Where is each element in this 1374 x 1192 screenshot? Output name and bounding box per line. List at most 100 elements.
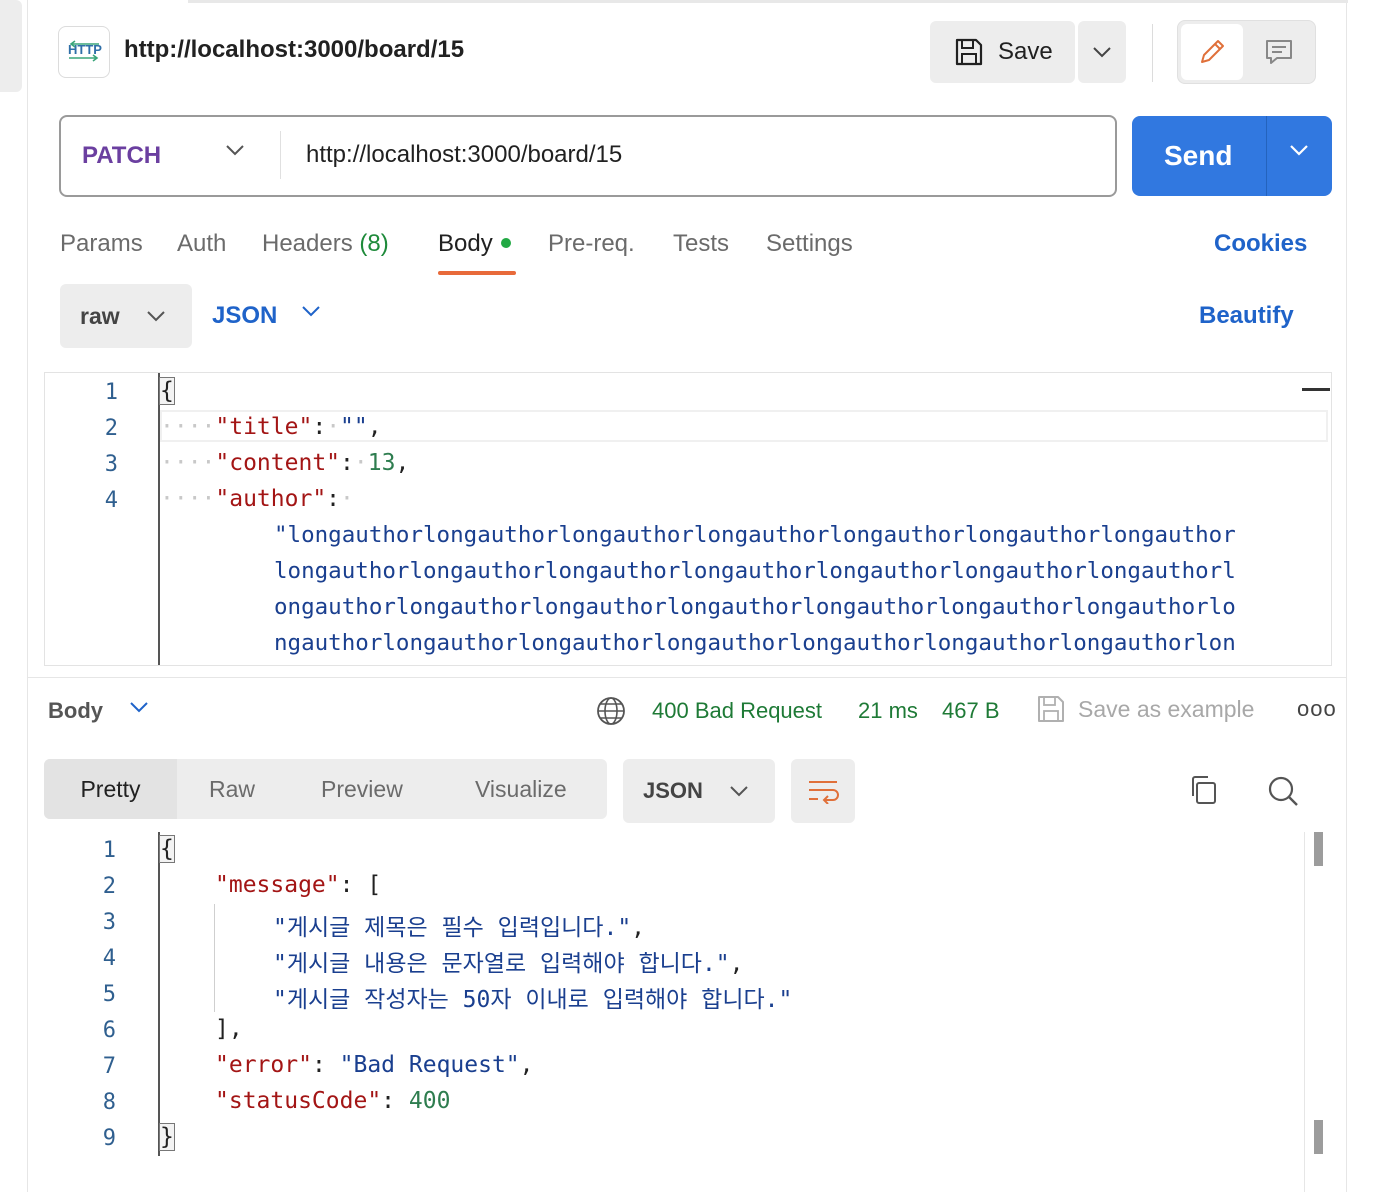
response-format-label: JSON	[643, 778, 703, 803]
search-icon[interactable]	[1266, 774, 1300, 808]
json-value-wrapped: longauthorlongauthorlongauthorlongauthor…	[274, 558, 1236, 584]
tab-prereq[interactable]: Pre-req.	[548, 230, 635, 258]
wrap-lines-button[interactable]	[791, 759, 855, 823]
view-tab-pretty[interactable]: Pretty	[44, 759, 177, 819]
json-value-wrapped: "longauthorlongauthorlongauthorlongautho…	[274, 522, 1236, 548]
tab-tests[interactable]: Tests	[673, 230, 729, 258]
request-title[interactable]: http://localhost:3000/board/15	[124, 36, 464, 64]
tab-body[interactable]: Body	[438, 230, 511, 258]
body-mode-label: raw	[80, 302, 120, 329]
line-number: 4	[104, 488, 118, 513]
chevron-down-icon[interactable]	[224, 143, 246, 157]
indent-guide	[214, 904, 215, 1012]
send-label[interactable]: Send	[1164, 140, 1232, 172]
chevron-down-icon	[730, 786, 748, 797]
line-number: 1	[104, 380, 118, 405]
body-format-selector[interactable]: JSON	[212, 302, 277, 330]
save-label: Save	[998, 38, 1053, 65]
json-value: "게시글 제목은 필수 입력입니다."	[273, 915, 632, 941]
response-body-selector[interactable]: Body	[48, 698, 103, 724]
json-value: "게시글 내용은 문자열로 입력해야 합니다."	[273, 951, 730, 977]
body-mode-selector[interactable]: raw	[60, 284, 192, 348]
json-value: 13	[367, 450, 396, 476]
method-selector[interactable]: PATCH	[82, 142, 161, 170]
comment-mode-button[interactable]	[1248, 24, 1310, 80]
line-number: 9	[102, 1126, 116, 1151]
open-brace: {	[159, 377, 175, 405]
json-value: ""	[340, 414, 368, 440]
tab-settings[interactable]: Settings	[766, 230, 853, 258]
chevron-down-icon[interactable]	[1288, 143, 1310, 157]
code-line: "error": "Bad Request",	[215, 1052, 534, 1078]
json-value: "게시글 작성자는 50자 이내로 입력해야 합니다."	[273, 987, 793, 1013]
response-scroll-track	[1304, 832, 1305, 1192]
url-input[interactable]: http://localhost:3000/board/15	[306, 141, 622, 169]
code-line: ····"title":·"",	[160, 414, 382, 440]
code-line: "statusCode": 400	[215, 1088, 451, 1114]
line-number: 3	[104, 452, 118, 477]
left-divider	[27, 0, 28, 1192]
sidebar-edge	[0, 0, 22, 92]
header-separator	[1152, 24, 1153, 82]
response-size[interactable]: 467 B	[942, 698, 1000, 724]
response-time[interactable]: 21 ms	[858, 698, 918, 724]
view-tab-visualize[interactable]: Visualize	[475, 776, 567, 803]
active-tab-underline	[438, 271, 516, 275]
line-number: 2	[102, 874, 116, 899]
code-line: "message": [	[215, 872, 382, 898]
response-divider[interactable]	[28, 677, 1346, 678]
json-key: "author"	[215, 486, 327, 512]
response-gutter-line	[158, 832, 160, 1156]
tab-body-label: Body	[438, 230, 493, 257]
globe-icon[interactable]	[596, 696, 626, 726]
copy-icon[interactable]	[1188, 774, 1220, 806]
json-key: "error"	[215, 1052, 312, 1078]
tab-auth[interactable]: Auth	[177, 230, 226, 258]
code-line: ····"author":·	[160, 486, 354, 512]
json-value-wrapped: ongauthorlongauthorlongauthorlongauthorl…	[274, 594, 1236, 620]
cookies-link[interactable]: Cookies	[1214, 230, 1307, 258]
save-as-example-button[interactable]: Save as example	[1078, 696, 1254, 723]
open-brace: {	[159, 835, 175, 863]
editor-overview-marker	[1302, 388, 1330, 391]
http-icon: HTTP	[58, 26, 110, 78]
view-tab-preview[interactable]: Preview	[321, 776, 403, 803]
line-number: 2	[104, 416, 118, 441]
json-key: "content"	[215, 450, 341, 476]
save-icon	[955, 38, 983, 66]
code-line: "게시글 작성자는 50자 이내로 입력해야 합니다."	[273, 980, 792, 1014]
json-key: "message"	[215, 872, 340, 898]
scrollbar-thumb[interactable]	[1314, 832, 1323, 866]
save-options-button[interactable]	[1078, 21, 1126, 83]
code-line: {	[159, 377, 175, 405]
pencil-icon	[1201, 40, 1224, 63]
view-tab-raw[interactable]: Raw	[209, 776, 255, 803]
code-line: ····"content":·13,	[160, 450, 410, 476]
code-line: "게시글 내용은 문자열로 입력해야 합니다.",	[273, 951, 744, 977]
json-key: "title"	[215, 414, 313, 440]
save-button[interactable]: Save	[930, 21, 1075, 83]
line-number: 7	[102, 1054, 116, 1079]
beautify-button[interactable]: Beautify	[1199, 302, 1294, 330]
right-divider	[1346, 0, 1347, 1192]
line-number: 4	[102, 946, 116, 971]
line-number: 1	[102, 838, 116, 863]
send-separator	[1266, 116, 1267, 196]
save-icon	[1038, 696, 1064, 722]
edit-mode-button[interactable]	[1181, 24, 1243, 80]
more-options-icon[interactable]: ooo	[1297, 696, 1337, 722]
response-format-selector[interactable]: JSON	[623, 759, 775, 823]
chevron-down-icon[interactable]	[128, 700, 150, 714]
tab-params[interactable]: Params	[60, 230, 143, 258]
code-line: "게시글 제목은 필수 입력입니다.",	[273, 915, 646, 941]
line-number: 3	[102, 910, 116, 935]
chevron-down-icon[interactable]	[300, 304, 322, 318]
line-number: 5	[102, 982, 116, 1007]
status-badge[interactable]: 400 Bad Request	[652, 698, 822, 724]
tab-headers[interactable]: Headers (8)	[262, 230, 389, 258]
code-line: }	[159, 1123, 175, 1151]
wrap-lines-icon	[809, 781, 839, 804]
code-line: {	[159, 835, 175, 863]
scrollbar-thumb[interactable]	[1314, 1120, 1323, 1154]
json-key: "statusCode"	[215, 1088, 382, 1114]
